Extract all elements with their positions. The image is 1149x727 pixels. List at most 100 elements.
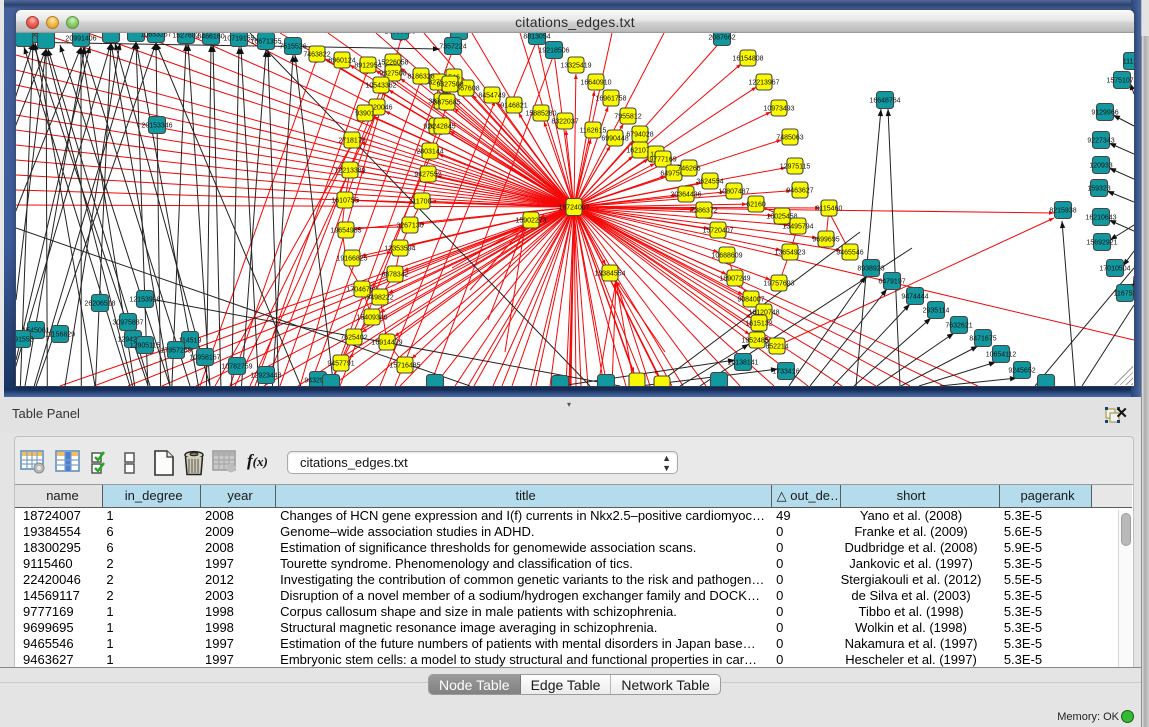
svg-text:9427552: 9427552 [414,172,441,179]
svg-text:11156829: 11156829 [45,332,75,339]
svg-text:13495794: 13495794 [782,224,813,231]
svg-text:19757693: 19757693 [763,281,794,288]
svg-text:9227343: 9227343 [1087,138,1114,145]
svg-text:17010504: 17010504 [1099,266,1130,273]
svg-text:746266: 746266 [677,166,700,173]
svg-text:19384554: 19384554 [594,271,625,278]
svg-text:15902273: 15902273 [515,218,546,225]
svg-text:12923448: 12923448 [250,373,281,380]
svg-text:8466160: 8466160 [197,34,224,41]
svg-text:9115460: 9115460 [816,206,843,213]
svg-text:6990448: 6990448 [601,136,628,143]
svg-text:15716485: 15716485 [389,363,420,370]
svg-text:3267130: 3267130 [396,223,423,230]
svg-text:7485063: 7485063 [776,135,803,142]
svg-text:8322037: 8322037 [551,119,578,126]
svg-text:391553: 391553 [16,337,34,344]
svg-text:1162615: 1162615 [580,128,607,135]
svg-text:6479197: 6479197 [878,279,905,286]
svg-text:10973493: 10973493 [763,106,794,113]
svg-text:15409346: 15409346 [356,315,387,322]
svg-text:2087662: 2087662 [708,35,735,42]
svg-text:3875685: 3875685 [433,100,460,107]
svg-text:16914479: 16914479 [371,340,402,347]
svg-text:116753: 116753 [1114,291,1134,298]
svg-text:10653267: 10653267 [140,33,171,39]
svg-text:12153918: 12153918 [129,297,160,304]
svg-text:19218506: 19218506 [538,48,569,55]
svg-text:16640910: 16640910 [580,80,611,87]
svg-text:1527602: 1527602 [172,33,199,40]
svg-text:1610755: 1610755 [331,198,358,205]
svg-text:9129966: 9129966 [1091,110,1118,117]
svg-text:20364436: 20364436 [670,192,701,199]
svg-text:12213389: 12213389 [334,168,365,175]
svg-text:12975115: 12975115 [780,164,811,171]
svg-text:16671355: 16671355 [250,39,281,46]
svg-text:2803144: 2803144 [416,149,443,156]
svg-text:11700: 11700 [413,199,432,206]
svg-text:10688609: 10688609 [711,253,742,260]
svg-text:12353594: 12353594 [384,246,415,253]
svg-text:9474444: 9474444 [901,294,928,301]
svg-text:7955812: 7955812 [614,114,641,121]
svg-text:10782759: 10782759 [221,364,252,371]
svg-text:15720407: 15720407 [702,228,733,235]
svg-text:30975887: 30975887 [112,320,143,327]
svg-text:93901: 93901 [355,111,375,118]
svg-text:9327508: 9327508 [436,82,463,89]
svg-text:9777169: 9777169 [649,157,676,164]
svg-text:9084007: 9084007 [737,297,764,304]
svg-text:15885280: 15885280 [525,111,556,118]
svg-text:16210643: 16210643 [1085,215,1116,222]
svg-text:8960124: 8960124 [328,58,355,65]
svg-text:12905115: 12905115 [130,343,161,350]
svg-text:19654985: 19654985 [330,228,361,235]
svg-text:19166825: 19166825 [336,256,367,263]
svg-text:1733416: 1733416 [772,369,799,376]
svg-text:7625402: 7625402 [340,335,367,342]
svg-text:2935114: 2935114 [923,308,950,315]
svg-text:1615132: 1615132 [745,321,772,328]
svg-text:15751074: 15751074 [1106,78,1134,85]
svg-text:8186328: 8186328 [407,74,434,81]
svg-text:852214: 852214 [765,344,788,351]
svg-text:17957255: 17957255 [160,348,191,355]
svg-text:8215938: 8215938 [1049,208,1076,215]
svg-text:7357224: 7357224 [439,44,466,51]
svg-text:20991406: 20991406 [65,36,96,43]
svg-text:9463627: 9463627 [786,188,813,195]
svg-text:8878342: 8878342 [381,272,408,279]
svg-text:10543362: 10543362 [365,83,396,90]
svg-text:13325419: 13325419 [560,63,591,70]
svg-text:9498222: 9498222 [366,295,393,302]
svg-text:8813054: 8813054 [523,34,550,41]
svg-text:62160: 62160 [746,202,766,209]
svg-text:159323: 159323 [1087,186,1110,193]
svg-text:2718176: 2718176 [338,138,365,145]
svg-text:9699695: 9699695 [812,237,839,244]
svg-text:15692921: 15692921 [1086,240,1117,247]
svg-text:7632621: 7632621 [945,323,972,330]
svg-text:18724007: 18724007 [558,205,589,212]
svg-text:9465546: 9465546 [836,250,863,257]
svg-text:3624554: 3624554 [696,179,723,186]
svg-text:10958167: 10958167 [189,355,220,362]
svg-text:16961758: 16961758 [595,96,626,103]
svg-text:9245652: 9245652 [1008,368,1035,375]
svg-text:14138141: 14138141 [727,360,758,367]
svg-text:7463822: 7463822 [303,52,330,59]
svg-text:16053809: 16053809 [384,33,415,36]
svg-text:8454749: 8454749 [478,93,505,100]
svg-text:9457791: 9457791 [327,361,354,368]
svg-text:13654923: 13654923 [774,250,805,257]
svg-text:12213967: 12213967 [748,80,779,87]
svg-text:18907249: 18907249 [719,276,750,283]
svg-text:16154808: 16154808 [732,56,763,63]
svg-text:20153346: 20153346 [141,123,172,130]
svg-text:11123: 11123 [1123,59,1134,66]
svg-text:6794028: 6794028 [626,132,653,139]
svg-text:16648764: 16648764 [869,98,900,105]
svg-text:8471675: 8471675 [969,336,996,343]
svg-text:8938923: 8938923 [857,266,884,273]
